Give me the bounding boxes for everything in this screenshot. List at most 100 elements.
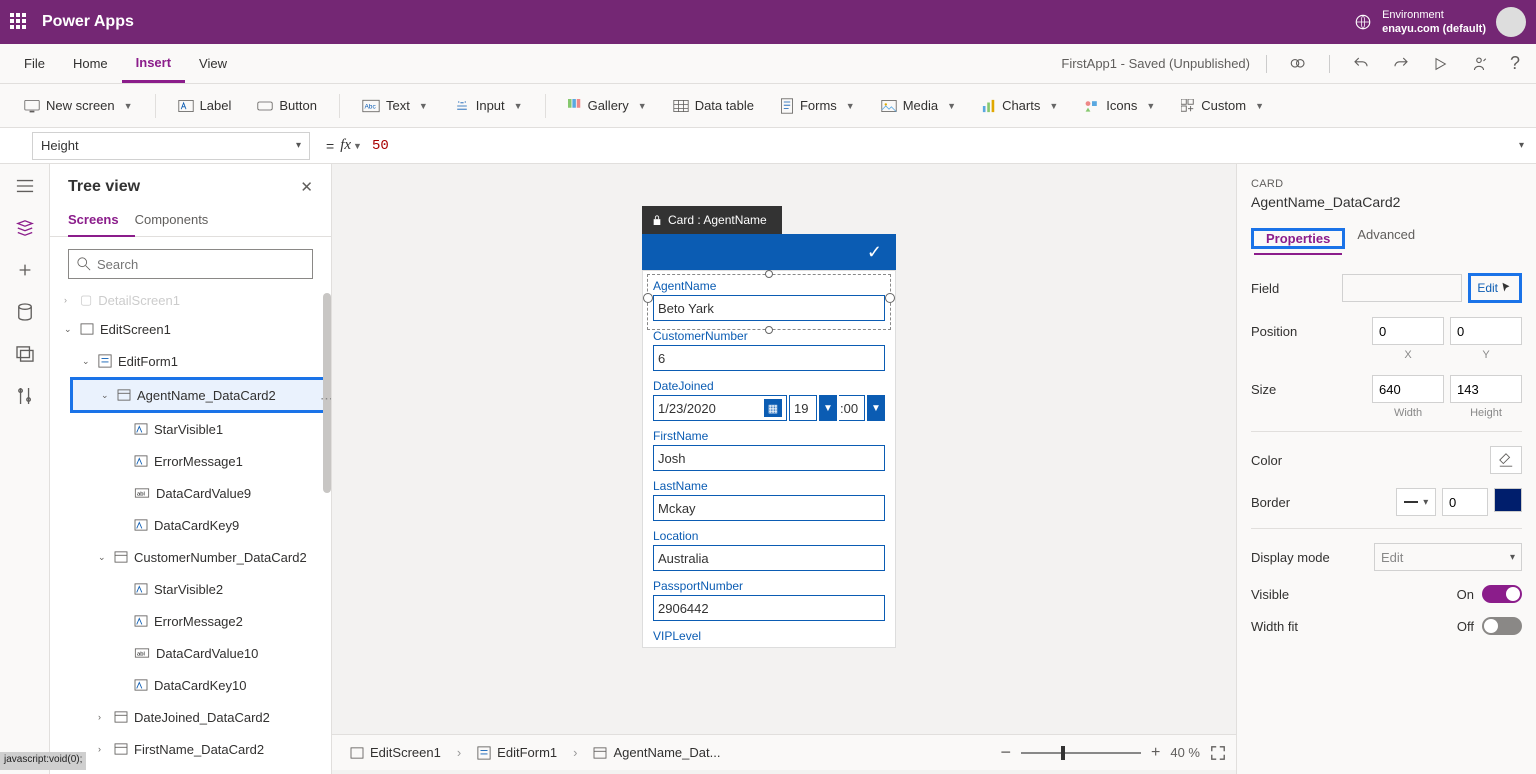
rail-treeview-icon[interactable] bbox=[15, 218, 35, 238]
properties-panel: CARD AgentName_DataCard2 Properties Adva… bbox=[1236, 164, 1536, 774]
tab-properties[interactable]: Properties bbox=[1254, 224, 1342, 255]
user-avatar-icon[interactable] bbox=[1496, 7, 1526, 37]
canvas[interactable]: Card : AgentName ✓ AgentName Beto Yark C… bbox=[332, 164, 1236, 774]
property-selector[interactable]: Height▾ bbox=[32, 132, 310, 160]
minute-drop-icon[interactable]: ▼ bbox=[867, 395, 885, 421]
undo-icon[interactable] bbox=[1346, 49, 1376, 79]
border-color-swatch[interactable] bbox=[1494, 488, 1522, 512]
tree-node-editscreen[interactable]: ⌄EditScreen1 bbox=[50, 313, 331, 345]
bc-agentcard[interactable]: AgentName_Dat... bbox=[585, 741, 728, 764]
tree-view-close-icon[interactable]: ✕ bbox=[300, 178, 313, 196]
input-dropdown[interactable]: Input▼ bbox=[444, 92, 533, 119]
edit-fields-link[interactable]: Edit bbox=[1471, 276, 1519, 300]
tree-node-err2[interactable]: ErrorMessage2 bbox=[50, 605, 331, 637]
hour-input[interactable]: 19 bbox=[789, 395, 817, 421]
tree-node-key9[interactable]: DataCardKey9 bbox=[50, 509, 331, 541]
border-width-input[interactable] bbox=[1442, 488, 1488, 516]
redo-icon[interactable] bbox=[1386, 49, 1416, 79]
minute-input[interactable]: :00 bbox=[839, 395, 865, 421]
widthfit-toggle[interactable] bbox=[1482, 617, 1522, 635]
gallery-dropdown[interactable]: Gallery▼ bbox=[558, 92, 657, 119]
rail-data-icon[interactable] bbox=[15, 302, 35, 322]
display-mode-select[interactable]: Edit▾ bbox=[1374, 543, 1522, 571]
icons-dropdown[interactable]: Icons▼ bbox=[1074, 92, 1165, 119]
tree-node-val9[interactable]: ablDataCardValue9 bbox=[50, 477, 331, 509]
menu-view[interactable]: View bbox=[185, 44, 241, 83]
menu-home[interactable]: Home bbox=[59, 44, 122, 83]
tree-node-err1[interactable]: ErrorMessage1 bbox=[50, 445, 331, 477]
tree-node-star1[interactable]: StarVisible1 bbox=[50, 413, 331, 445]
position-x-input[interactable] bbox=[1372, 317, 1444, 345]
field-value bbox=[1342, 274, 1462, 302]
rail-insert-icon[interactable] bbox=[15, 260, 35, 280]
date-input[interactable]: 1/23/2020▦ bbox=[653, 395, 787, 421]
bc-editform[interactable]: EditForm1 bbox=[469, 741, 565, 764]
custom-dropdown[interactable]: Custom▼ bbox=[1171, 92, 1274, 119]
position-label: Position bbox=[1251, 324, 1297, 339]
fit-screen-icon[interactable] bbox=[1210, 745, 1226, 761]
field-passport[interactable]: PassportNumber 2906442 bbox=[645, 573, 893, 623]
tree-node-val10[interactable]: ablDataCardValue10 bbox=[50, 637, 331, 669]
widthfit-label: Width fit bbox=[1251, 619, 1298, 634]
bc-editscreen[interactable]: EditScreen1 bbox=[342, 741, 449, 764]
waffle-menu-icon[interactable] bbox=[10, 13, 28, 31]
label-button[interactable]: Label bbox=[168, 92, 242, 119]
tree-search-input[interactable] bbox=[97, 257, 304, 272]
fx-icon[interactable]: fx▼ bbox=[340, 137, 362, 154]
data-table-button[interactable]: Data table bbox=[663, 92, 764, 119]
size-h-input[interactable] bbox=[1450, 375, 1522, 403]
new-screen-button[interactable]: New screen▼ bbox=[14, 92, 143, 119]
app-checker-icon[interactable] bbox=[1283, 49, 1313, 79]
text-dropdown[interactable]: Abc Text▼ bbox=[352, 92, 438, 119]
menu-file[interactable]: File bbox=[10, 44, 59, 83]
share-icon[interactable] bbox=[1464, 49, 1494, 79]
border-label: Border bbox=[1251, 495, 1290, 510]
color-picker[interactable] bbox=[1490, 446, 1522, 474]
field-lastname[interactable]: LastName Mckay bbox=[645, 473, 893, 523]
tree-node-editform[interactable]: ⌄EditForm1 bbox=[50, 345, 331, 377]
form-titlebar: ✓ bbox=[642, 234, 896, 270]
save-status: FirstApp1 - Saved (Unpublished) bbox=[1061, 56, 1250, 71]
button-button[interactable]: Button bbox=[247, 92, 327, 119]
zoom-slider[interactable] bbox=[1021, 752, 1141, 754]
tree-node-key10[interactable]: DataCardKey10 bbox=[50, 669, 331, 701]
tree-search[interactable] bbox=[68, 249, 313, 279]
formula-input[interactable]: 50 bbox=[368, 138, 1507, 154]
menu-insert[interactable]: Insert bbox=[122, 44, 185, 83]
cursor-icon bbox=[1499, 281, 1513, 295]
tree-node-firstcard[interactable]: ›FirstName_DataCard2 bbox=[50, 733, 331, 765]
tab-components[interactable]: Components bbox=[135, 204, 225, 236]
tab-advanced[interactable]: Advanced bbox=[1345, 220, 1427, 249]
border-style-picker[interactable]: ▾ bbox=[1396, 488, 1436, 516]
submit-check-icon[interactable]: ✓ bbox=[867, 242, 882, 263]
tree-node-custcard[interactable]: ⌄CustomerNumber_DataCard2 bbox=[50, 541, 331, 573]
forms-dropdown[interactable]: Forms▼ bbox=[770, 92, 865, 120]
tab-screens[interactable]: Screens bbox=[68, 204, 135, 237]
hour-drop-icon[interactable]: ▼ bbox=[819, 395, 837, 421]
tree-node-star2[interactable]: StarVisible2 bbox=[50, 573, 331, 605]
color-label: Color bbox=[1251, 453, 1282, 468]
position-y-input[interactable] bbox=[1450, 317, 1522, 345]
tree-node-agentcard[interactable]: ⌄AgentName_DataCard2 bbox=[70, 377, 331, 413]
formula-expand-icon[interactable]: ▾ bbox=[1519, 140, 1524, 151]
play-icon[interactable] bbox=[1426, 50, 1454, 78]
rail-settings-icon[interactable] bbox=[15, 386, 35, 406]
visible-toggle[interactable] bbox=[1482, 585, 1522, 603]
tree-node-detail[interactable]: ›▢ DetailScreen1 bbox=[50, 287, 331, 313]
field-firstname[interactable]: FirstName Josh bbox=[645, 423, 893, 473]
size-w-input[interactable] bbox=[1372, 375, 1444, 403]
charts-dropdown[interactable]: Charts▼ bbox=[972, 92, 1068, 119]
field-datejoined[interactable]: DateJoined 1/23/2020▦ 19 ▼ :00 ▼ bbox=[645, 373, 893, 423]
zoom-in-icon[interactable]: + bbox=[1151, 744, 1160, 762]
tree-node-datecard[interactable]: ›DateJoined_DataCard2 bbox=[50, 701, 331, 733]
highlight-edit-link: Edit bbox=[1468, 273, 1522, 303]
help-icon[interactable]: ? bbox=[1504, 47, 1526, 80]
media-dropdown[interactable]: Media▼ bbox=[871, 92, 966, 119]
rail-hamburger-icon[interactable] bbox=[15, 176, 35, 196]
field-location[interactable]: Location Australia bbox=[645, 523, 893, 573]
calendar-icon[interactable]: ▦ bbox=[764, 399, 782, 417]
zoom-out-icon[interactable]: − bbox=[1001, 742, 1012, 763]
field-vip[interactable]: VIPLevel bbox=[645, 623, 893, 643]
environment[interactable]: Environment enayu.com (default) bbox=[1382, 8, 1486, 37]
rail-media-icon[interactable] bbox=[15, 344, 35, 364]
